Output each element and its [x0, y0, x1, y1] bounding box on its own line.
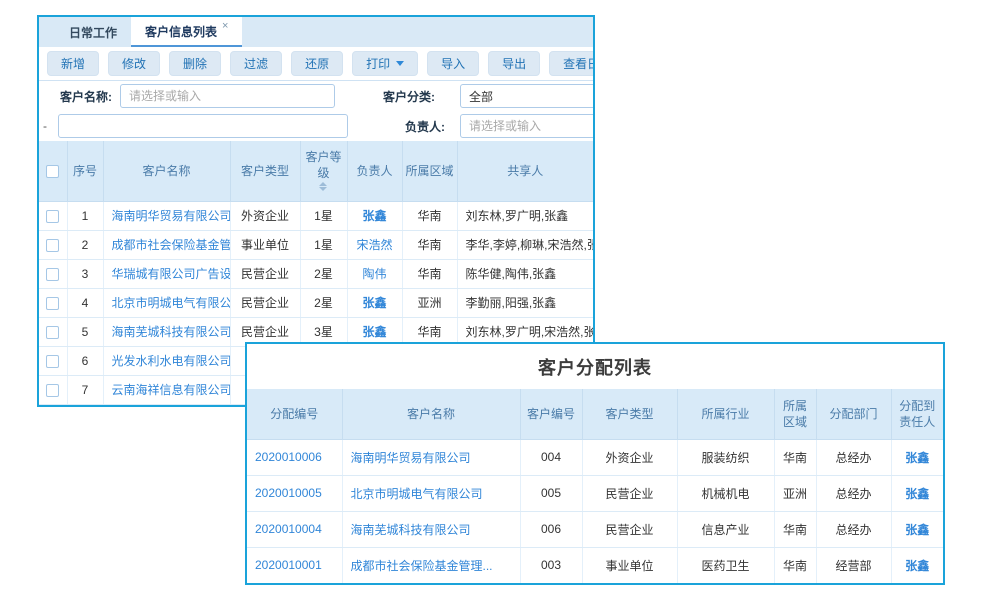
header-customer-name: 客户名称: [342, 389, 520, 439]
customer-name-input[interactable]: [120, 84, 335, 108]
sort-icon[interactable]: [319, 182, 328, 191]
header-customer-type: 客户类型: [582, 389, 677, 439]
header-region: 所属区域: [402, 141, 457, 201]
header-assignee: 分配到责任人: [891, 389, 943, 439]
header-customer-no: 客户编号: [520, 389, 582, 439]
owner-input[interactable]: [460, 114, 595, 138]
customer-allocation-panel: 客户分配列表 分配编号 客户名称 客户编号 客户类型 所属行业 所属区域 分配部…: [245, 342, 945, 585]
customer-name-link[interactable]: 华瑞城有限公司广告设计部: [112, 267, 231, 281]
customer-table-header-row: 序号 客户名称 客户类型 客户等级 负责人 所属区域 共享人: [39, 141, 593, 201]
select-all-checkbox[interactable]: [46, 165, 59, 178]
import-button[interactable]: 导入: [427, 51, 479, 76]
table-row[interactable]: 2020010005 北京市明城电气有限公司 005 民营企业 机械机电 亚洲 …: [247, 475, 943, 511]
table-row[interactable]: 1 海南明华贸易有限公司 外资企业 1星 张鑫 华南 刘东林,罗广明,张鑫: [39, 201, 593, 230]
header-region: 所属区域: [774, 389, 816, 439]
table-row[interactable]: 4 北京市明城电气有限公司 民营企业 2星 张鑫 亚洲 李勤丽,阳强,张鑫: [39, 288, 593, 317]
filter-row-2: - 负责人:: [39, 111, 593, 141]
customer-name-link[interactable]: 海南芜城科技有限公司: [112, 325, 231, 339]
alloc-no-link[interactable]: 2020010006: [255, 450, 322, 464]
customer-name-link[interactable]: 北京市明城电气有限公司: [351, 487, 483, 501]
row-checkbox[interactable]: [46, 297, 59, 310]
table-row[interactable]: 2020010004 海南芜城科技有限公司 006 民营企业 信息产业 华南 总…: [247, 511, 943, 547]
assignee-link[interactable]: 张鑫: [905, 523, 929, 537]
customer-name-link[interactable]: 成都市社会保险基金管理...: [351, 559, 493, 573]
owner-link[interactable]: 陶伟: [362, 267, 386, 281]
header-alloc-no: 分配编号: [247, 389, 342, 439]
customer-name-label: 客户名称:: [60, 88, 112, 105]
header-industry: 所属行业: [677, 389, 774, 439]
header-customer-type: 客户类型: [230, 141, 300, 201]
owner-link[interactable]: 张鑫: [362, 296, 386, 310]
toolbar: 新增 修改 删除 过滤 还原 打印 导入 导出 查看日志: [39, 47, 593, 81]
allocation-table: 分配编号 客户名称 客户编号 客户类型 所属行业 所属区域 分配部门 分配到责任…: [247, 389, 943, 584]
assignee-link[interactable]: 张鑫: [905, 451, 929, 465]
tab-daily-work[interactable]: 日常工作: [55, 17, 131, 47]
customer-name-link[interactable]: 北京市明城电气有限公司: [112, 296, 231, 310]
row-checkbox[interactable]: [46, 239, 59, 252]
tab-customer-info-list[interactable]: 客户信息列表 ×: [131, 17, 242, 47]
customer-category-label: 客户分类:: [383, 88, 435, 105]
restore-button[interactable]: 还原: [291, 51, 343, 76]
assignee-link[interactable]: 张鑫: [905, 487, 929, 501]
table-row[interactable]: 2020010006 海南明华贸易有限公司 004 外资企业 服装纺织 华南 总…: [247, 439, 943, 475]
customer-name-link[interactable]: 海南明华贸易有限公司: [112, 209, 231, 223]
header-checkbox-cell: [39, 141, 67, 201]
close-icon[interactable]: ×: [222, 20, 228, 32]
row-checkbox[interactable]: [46, 268, 59, 281]
desktop: 日常工作 客户信息列表 × 新增 修改 删除 过滤 还原 打印 导入 导出 查看…: [0, 0, 1000, 600]
edit-button[interactable]: 修改: [108, 51, 160, 76]
tab-bar: 日常工作 客户信息列表 ×: [39, 17, 593, 47]
delete-button[interactable]: 删除: [169, 51, 221, 76]
owner-label: 负责人:: [405, 118, 445, 135]
table-row[interactable]: 3 华瑞城有限公司广告设计部 民营企业 2星 陶伟 华南 陈华健,陶伟,张鑫: [39, 259, 593, 288]
customer-name-link[interactable]: 成都市社会保险基金管理...: [112, 238, 231, 252]
table-row[interactable]: 2020010001 成都市社会保险基金管理... 003 事业单位 医药卫生 …: [247, 547, 943, 583]
filter-row-1: 客户名称: 客户分类: 全部: [39, 81, 593, 111]
row-checkbox[interactable]: [46, 355, 59, 368]
owner-link[interactable]: 宋浩然: [356, 238, 392, 252]
header-owner: 负责人: [347, 141, 402, 201]
assignee-link[interactable]: 张鑫: [905, 559, 929, 573]
customer-name-link[interactable]: 海南明华贸易有限公司: [351, 451, 471, 465]
row-checkbox[interactable]: [46, 326, 59, 339]
alloc-no-link[interactable]: 2020010004: [255, 522, 322, 536]
date-input[interactable]: [58, 114, 348, 138]
filter-button[interactable]: 过滤: [230, 51, 282, 76]
header-shared: 共享人: [457, 141, 593, 201]
table-row[interactable]: 2 成都市社会保险基金管理... 事业单位 1星 宋浩然 华南 李华,李婷,柳琳…: [39, 230, 593, 259]
allocation-panel-title: 客户分配列表: [247, 344, 943, 389]
caret-down-icon: [396, 61, 404, 66]
header-seq: 序号: [67, 141, 103, 201]
tab-daily-work-label: 日常工作: [69, 24, 117, 41]
date-range-dash: -: [43, 119, 47, 133]
customer-name-link[interactable]: 海南芜城科技有限公司: [351, 523, 471, 537]
filter-area: 客户名称: 客户分类: 全部 - 负责人:: [39, 81, 593, 141]
print-button[interactable]: 打印: [352, 51, 418, 76]
owner-link[interactable]: 张鑫: [362, 209, 386, 223]
header-customer-level: 客户等级: [300, 141, 347, 201]
row-checkbox[interactable]: [46, 210, 59, 223]
header-customer-name: 客户名称: [103, 141, 230, 201]
add-button[interactable]: 新增: [47, 51, 99, 76]
tab-customer-info-label: 客户信息列表: [145, 23, 217, 40]
customer-category-select[interactable]: 全部: [460, 84, 595, 108]
header-alloc-dept: 分配部门: [816, 389, 891, 439]
view-log-button[interactable]: 查看日志: [549, 51, 595, 76]
allocation-table-header-row: 分配编号 客户名称 客户编号 客户类型 所属行业 所属区域 分配部门 分配到责任…: [247, 389, 943, 439]
customer-name-link[interactable]: 光发水利水电有限公司: [112, 354, 231, 368]
owner-link[interactable]: 张鑫: [362, 325, 386, 339]
alloc-no-link[interactable]: 2020010005: [255, 486, 322, 500]
customer-name-link[interactable]: 云南海祥信息有限公司: [112, 383, 231, 397]
export-button[interactable]: 导出: [488, 51, 540, 76]
row-checkbox[interactable]: [46, 384, 59, 397]
alloc-no-link[interactable]: 2020010001: [255, 558, 322, 572]
